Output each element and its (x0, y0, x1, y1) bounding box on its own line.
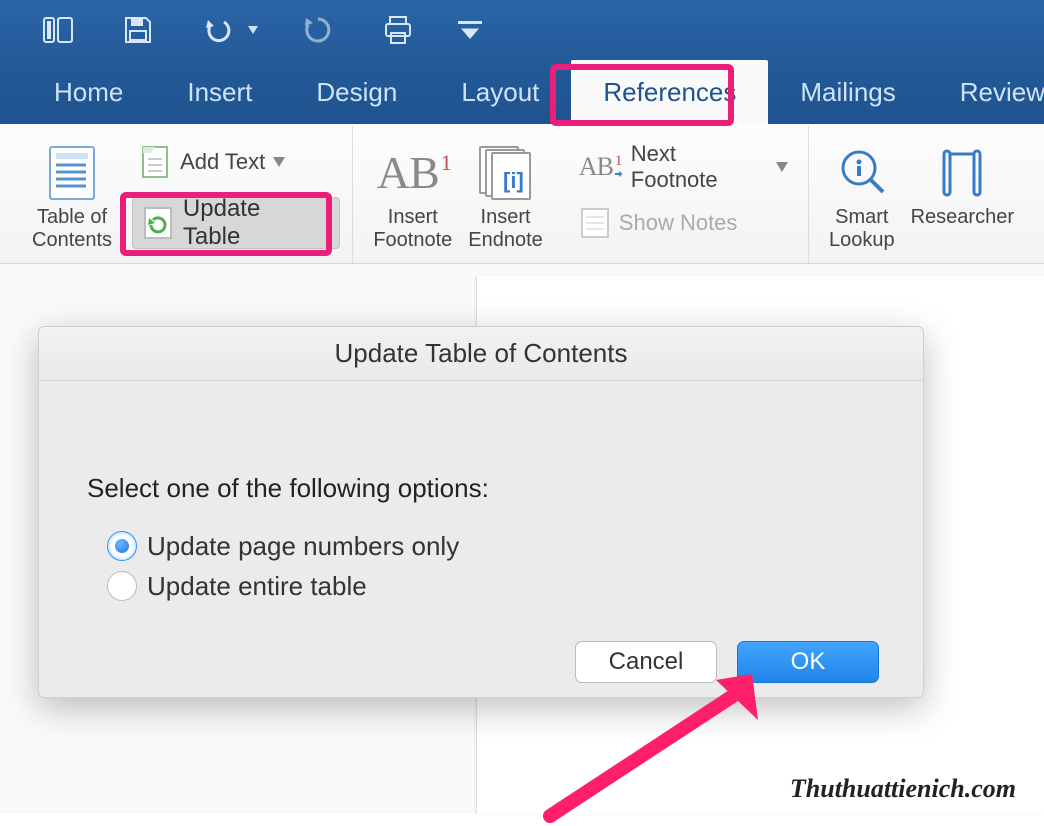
print-icon[interactable] (378, 10, 418, 50)
tab-label: Mailings (800, 77, 895, 108)
quick-access-toolbar (0, 0, 1044, 60)
option-update-page-numbers[interactable]: Update page numbers only (107, 526, 875, 566)
button-label: Table of Contents (32, 206, 112, 252)
next-footnote-icon: AB1 (579, 151, 623, 183)
tab-home[interactable]: Home (22, 60, 155, 124)
tab-label: Insert (187, 77, 252, 108)
customize-qat-icon[interactable] (458, 10, 482, 50)
button-label: Next Footnote (631, 141, 768, 193)
option-update-entire-table[interactable]: Update entire table (107, 566, 875, 606)
option-label: Update page numbers only (147, 531, 459, 562)
button-label: Insert Footnote (373, 206, 452, 252)
tab-insert[interactable]: Insert (155, 60, 284, 124)
ribbon-tabs: Home Insert Design Layout References Mai… (0, 60, 1044, 124)
researcher-button[interactable]: Researcher (903, 136, 1022, 254)
button-label: Insert Endnote (468, 206, 543, 252)
endnote-icon: [i] (479, 146, 533, 200)
footnote-icon: AB1 (377, 146, 449, 199)
button-label: Update Table (183, 195, 323, 251)
button-label: Researcher (911, 206, 1014, 229)
smart-lookup-button[interactable]: Smart Lookup (821, 136, 903, 254)
undo-dropdown-icon[interactable] (248, 26, 258, 34)
tab-label: Design (316, 77, 397, 108)
insert-endnote-button[interactable]: [i] Insert Endnote (460, 136, 551, 254)
tab-design[interactable]: Design (284, 60, 429, 124)
pages-panel-icon[interactable] (38, 10, 78, 50)
radio-icon (107, 571, 137, 601)
tab-mailings[interactable]: Mailings (768, 60, 927, 124)
show-notes-icon (579, 207, 611, 239)
radio-icon (107, 531, 137, 561)
add-text-button[interactable]: + Add Text (132, 141, 340, 183)
button-label: OK (791, 648, 826, 676)
watermark-text: Thuthuattienich.com (790, 774, 1016, 804)
dialog-prompt: Select one of the following options: (87, 473, 875, 504)
option-label: Update entire table (147, 571, 367, 602)
show-notes-button: Show Notes (571, 202, 796, 244)
repeat-icon[interactable] (298, 10, 338, 50)
tab-label: Layout (461, 77, 539, 108)
save-icon[interactable] (118, 10, 158, 50)
button-label: Add Text (180, 149, 265, 175)
tab-label: Review (960, 77, 1044, 108)
dropdown-icon (776, 162, 788, 172)
tab-label: Home (54, 77, 123, 108)
cancel-button[interactable]: Cancel (575, 641, 717, 683)
group-research: Smart Lookup Researcher (808, 126, 1034, 263)
tab-review[interactable]: Review (928, 60, 1044, 124)
button-label: Smart Lookup (829, 206, 895, 252)
update-table-button[interactable]: Update Table (132, 197, 340, 249)
tab-layout[interactable]: Layout (429, 60, 571, 124)
ribbon-toolbar: Table of Contents + Add Text Update Tabl… (0, 124, 1044, 264)
table-of-contents-button[interactable]: Table of Contents (24, 136, 120, 254)
button-label: Show Notes (619, 210, 738, 236)
update-toc-dialog: Update Table of Contents Select one of t… (38, 326, 924, 698)
update-table-icon (141, 206, 175, 240)
tab-label: References (603, 77, 736, 108)
svg-text:+: + (147, 145, 158, 147)
researcher-icon (934, 146, 990, 200)
group-toc: Table of Contents + Add Text Update Tabl… (12, 126, 352, 263)
smart-lookup-icon (837, 146, 887, 200)
svg-text:[i]: [i] (503, 168, 524, 193)
undo-icon[interactable] (198, 10, 238, 50)
document-area: Update Table of Contents Select one of t… (0, 264, 1044, 814)
ok-button[interactable]: OK (737, 641, 879, 683)
dialog-title: Update Table of Contents (39, 327, 923, 381)
next-footnote-button[interactable]: AB1 Next Footnote (571, 146, 796, 188)
add-text-icon: + (140, 146, 172, 178)
button-label: Cancel (609, 648, 684, 676)
insert-footnote-button[interactable]: AB1 Insert Footnote (365, 136, 460, 254)
dropdown-icon (273, 157, 285, 167)
tab-references[interactable]: References (571, 60, 768, 124)
toc-icon (48, 145, 96, 201)
group-footnotes: AB1 Insert Footnote [i] Insert Endnote A… (352, 126, 808, 263)
